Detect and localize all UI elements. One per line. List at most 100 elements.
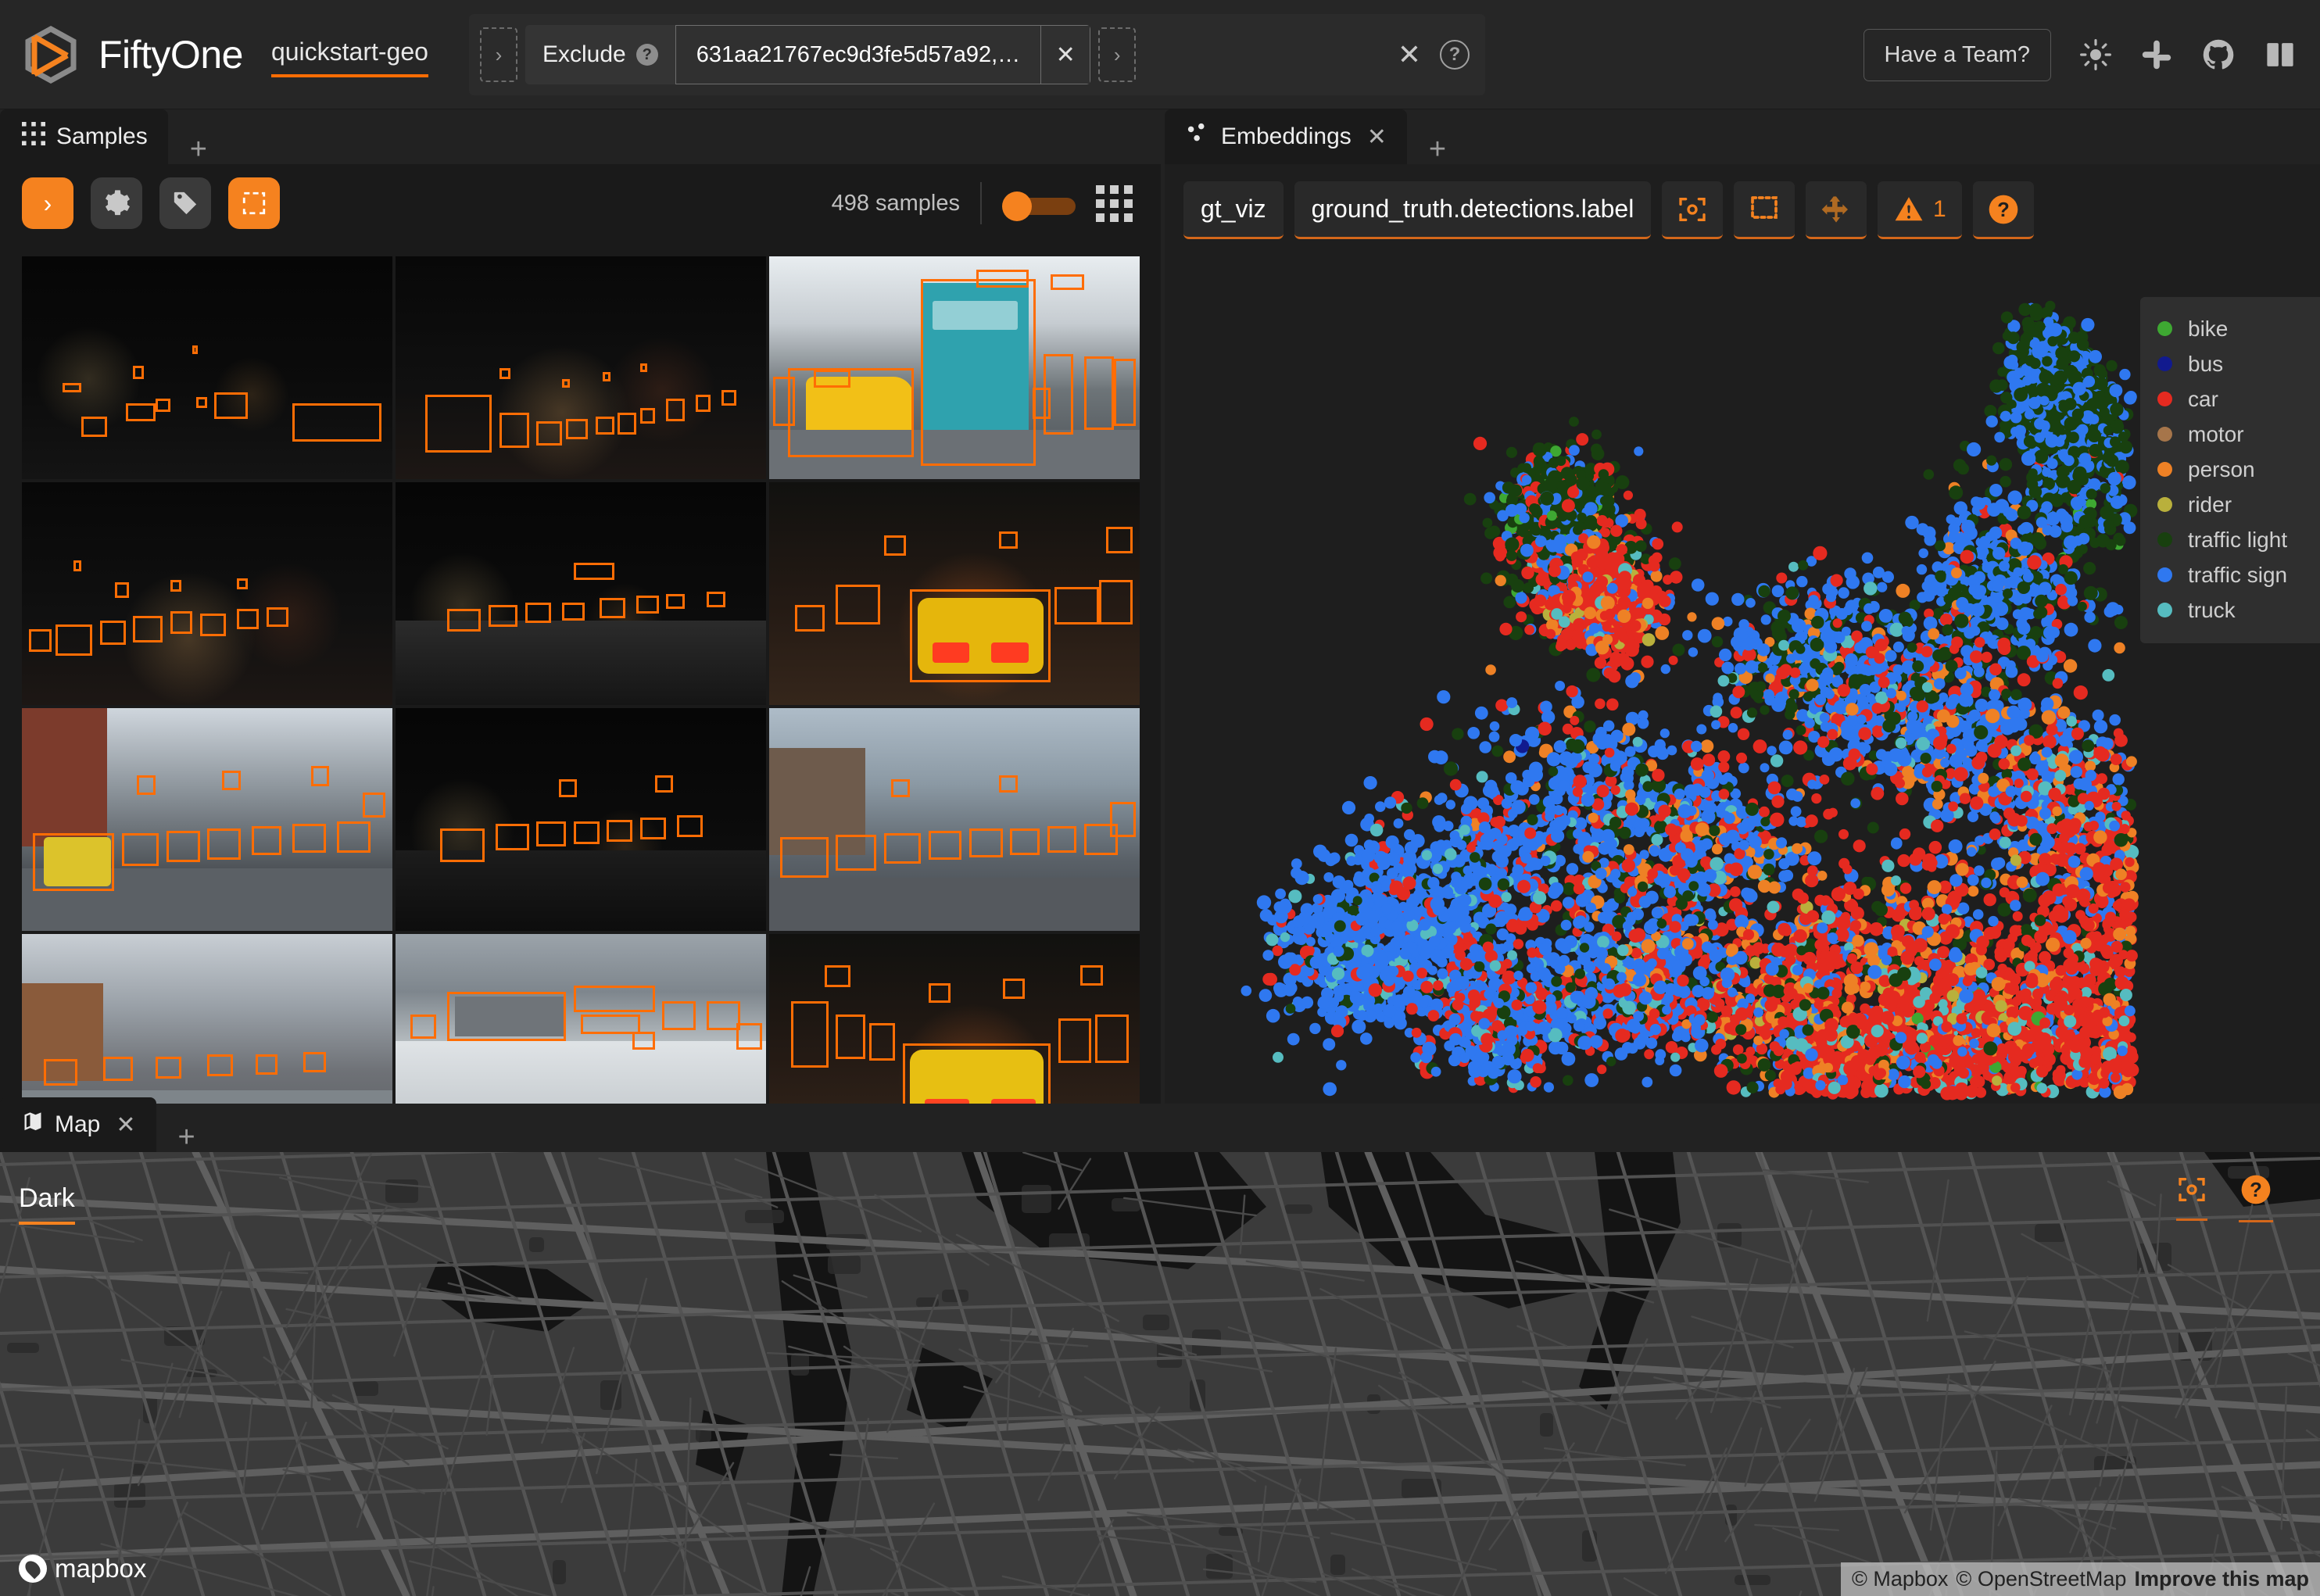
sample-thumbnail[interactable]	[769, 708, 1140, 931]
grid-zoom-slider[interactable]	[1002, 195, 1076, 212]
attrib-osm[interactable]: © OpenStreetMap	[1956, 1567, 2126, 1591]
tab-embeddings[interactable]: Embeddings ✕	[1165, 109, 1407, 164]
slack-icon[interactable]	[2140, 38, 2173, 71]
stage-help-icon[interactable]: ?	[636, 44, 658, 66]
legend-item-person[interactable]: person	[2157, 452, 2320, 487]
sample-thumbnail[interactable]	[396, 708, 766, 931]
sample-thumbnail[interactable]	[22, 482, 392, 705]
stage-label-group: Exclude ?	[525, 41, 675, 68]
map-reset-icon[interactable]	[2176, 1174, 2207, 1221]
samples-panel: Samples + ›	[0, 109, 1161, 1104]
legend-item-traffic-sign[interactable]: traffic sign	[2157, 557, 2320, 592]
mapbox-mark-icon	[19, 1555, 47, 1583]
toolbar-divider	[980, 182, 982, 224]
legend-item-bike[interactable]: bike	[2157, 311, 2320, 346]
view-prev-button[interactable]: ›	[480, 27, 517, 82]
tab-samples[interactable]: Samples	[0, 109, 168, 164]
attrib-mapbox[interactable]: © Mapbox	[1852, 1567, 1948, 1591]
marquee-select-icon[interactable]	[228, 177, 280, 229]
legend-dot	[2157, 462, 2172, 477]
sample-thumbnail[interactable]	[22, 934, 392, 1108]
tab-map-close-icon[interactable]: ✕	[116, 1111, 135, 1139]
have-a-team-button[interactable]: Have a Team?	[1864, 29, 2051, 81]
legend-label: person	[2188, 457, 2255, 482]
map-icon	[22, 1111, 44, 1139]
legend-dot	[2157, 392, 2172, 406]
samples-body: ›	[0, 164, 1161, 1104]
samples-add-tab-button[interactable]: +	[168, 134, 229, 164]
map-panel: Map ✕ + East OrangeKearnyWest New YorkMA…	[0, 1104, 2320, 1596]
grid-icon	[22, 122, 45, 152]
legend-label: traffic light	[2188, 528, 2287, 553]
top-bar: FiftyOne quickstart-geo › Exclude ? 631a…	[0, 0, 2320, 109]
legend-label: bike	[2188, 317, 2228, 342]
legend-dot	[2157, 356, 2172, 371]
stage-value-input[interactable]: 631aa21767ec9d3fe5d57a92,…	[675, 25, 1040, 84]
sample-thumbnail[interactable]	[769, 934, 1140, 1108]
legend-dot	[2157, 532, 2172, 547]
marquee-select-icon[interactable]	[1734, 181, 1795, 239]
legend-item-traffic-light[interactable]: traffic light	[2157, 522, 2320, 557]
color-by-select[interactable]: ground_truth.detections.label	[1294, 181, 1652, 239]
legend-item-motor[interactable]: motor	[2157, 417, 2320, 452]
fiftyone-logo-icon	[20, 24, 81, 85]
map-help-icon[interactable]: ?	[2239, 1172, 2273, 1222]
map-overlay: East OrangeKearnyWest New YorkMANHATTANG…	[0, 1152, 2320, 1596]
sample-thumbnail[interactable]	[22, 256, 392, 479]
sample-thumbnail[interactable]	[396, 934, 766, 1108]
dataset-name[interactable]: quickstart-geo	[271, 38, 428, 77]
view-help-icon[interactable]: ?	[1440, 40, 1470, 70]
warning-icon[interactable]: 1	[1878, 181, 1962, 239]
mapbox-logo[interactable]: mapbox	[19, 1554, 146, 1583]
legend-label: car	[2188, 387, 2218, 412]
map-tools: ?	[2176, 1172, 2273, 1222]
legend-item-bus[interactable]: bus	[2157, 346, 2320, 381]
sample-thumbnail[interactable]	[769, 482, 1140, 705]
fiftyone-app: FiftyOne quickstart-geo › Exclude ? 631a…	[0, 0, 2320, 1596]
view-stage-exclude[interactable]: Exclude ? 631aa21767ec9d3fe5d57a92,… ✕	[525, 25, 1090, 84]
samples-tabbar: Samples +	[0, 109, 1161, 164]
tab-embeddings-label: Embeddings	[1221, 123, 1352, 150]
map-style-selector[interactable]: Dark	[19, 1183, 75, 1225]
map-attribution: © Mapbox © OpenStreetMap Improve this ma…	[1841, 1562, 2320, 1596]
brain-key-select[interactable]: gt_viz	[1183, 181, 1284, 239]
help-icon[interactable]: ?	[1973, 181, 2034, 239]
embeddings-add-tab-button[interactable]: +	[1407, 134, 1468, 164]
map-add-tab-button[interactable]: +	[156, 1122, 217, 1152]
lasso-reset-icon[interactable]	[1662, 181, 1723, 239]
github-icon[interactable]	[2201, 38, 2236, 72]
legend-label: rider	[2188, 492, 2232, 517]
map-body[interactable]: East OrangeKearnyWest New YorkMANHATTANG…	[0, 1152, 2320, 1596]
samples-count: 498 samples	[832, 191, 960, 216]
tab-map[interactable]: Map ✕	[0, 1097, 156, 1152]
view-stage-bar: › Exclude ? 631aa21767ec9d3fe5d57a92,… ✕…	[469, 14, 1485, 95]
expand-sidebar-button[interactable]: ›	[22, 177, 73, 229]
tag-icon[interactable]	[159, 177, 211, 229]
sample-thumbnail[interactable]	[396, 482, 766, 705]
warning-count: 1	[1933, 196, 1946, 223]
top-bar-actions: Have a Team?	[1864, 0, 2297, 109]
grid-density-icon[interactable]	[1096, 185, 1133, 222]
embeddings-scatter-plot[interactable]: bike bus car motor	[1165, 250, 2320, 1102]
sun-icon[interactable]	[2079, 38, 2112, 71]
docs-icon[interactable]	[2264, 38, 2297, 71]
stage-value-clear-icon[interactable]: ✕	[1040, 25, 1090, 84]
map-style-label: Dark	[19, 1183, 75, 1225]
sample-thumbnail[interactable]	[396, 256, 766, 479]
gear-icon[interactable]	[91, 177, 142, 229]
sample-thumbnail[interactable]	[22, 708, 392, 931]
legend-label: truck	[2188, 598, 2236, 623]
clear-view-icon[interactable]: ✕	[1398, 41, 1421, 69]
sample-thumbnail[interactable]	[769, 256, 1140, 479]
pan-move-icon[interactable]	[1806, 181, 1867, 239]
tab-embeddings-close-icon[interactable]: ✕	[1367, 123, 1387, 151]
view-next-button[interactable]: ›	[1098, 27, 1136, 82]
legend-item-car[interactable]: car	[2157, 381, 2320, 417]
map-tabbar: Map ✕ +	[0, 1104, 2320, 1152]
attrib-improve[interactable]: Improve this map	[2134, 1567, 2309, 1591]
legend-item-truck[interactable]: truck	[2157, 592, 2320, 628]
brand-block[interactable]: FiftyOne quickstart-geo	[0, 24, 428, 85]
legend-item-rider[interactable]: rider	[2157, 487, 2320, 522]
slider-knob[interactable]	[1002, 191, 1032, 221]
samples-toolbar: ›	[0, 164, 1161, 242]
